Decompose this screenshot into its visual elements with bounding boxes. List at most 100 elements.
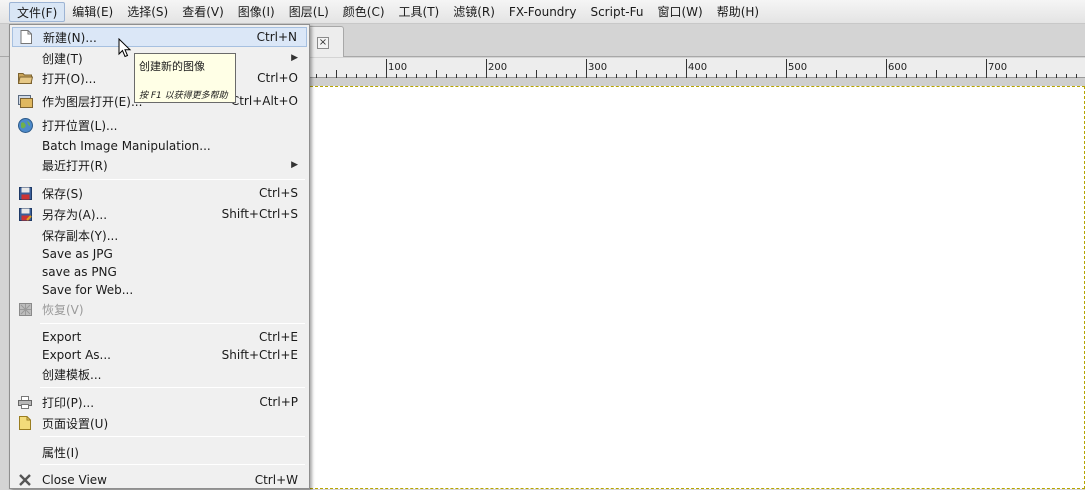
submenu-arrow-icon: ▶ bbox=[291, 160, 298, 170]
ruler-label: 600 bbox=[888, 62, 908, 73]
page-setup-icon bbox=[17, 415, 33, 431]
tooltip-hint: 按 F1 以获得更多帮助 bbox=[139, 91, 228, 101]
menu-icon-placeholder bbox=[17, 157, 33, 173]
ruler-label: 500 bbox=[788, 62, 808, 73]
menu-item-shortcut: Ctrl+S bbox=[258, 186, 298, 200]
menu-item-create-template[interactable]: 创建模板... bbox=[12, 364, 307, 384]
menu-item-open-location[interactable]: 打开位置(L)... bbox=[12, 115, 307, 135]
menu-item-label: 创建模板... bbox=[42, 367, 102, 382]
menu-separator bbox=[40, 179, 305, 180]
new-document-icon bbox=[18, 29, 34, 45]
image-canvas[interactable] bbox=[310, 86, 1085, 489]
menu-separator bbox=[40, 323, 305, 324]
menu-icon-placeholder bbox=[17, 347, 33, 363]
menu-item-label: 新建(N)... bbox=[43, 30, 97, 45]
ruler-label: 100 bbox=[388, 62, 408, 73]
menu-script-fu[interactable]: Script-Fu bbox=[583, 2, 650, 22]
menu-separator bbox=[40, 387, 305, 388]
tooltip: 创建新的图像 按 F1 以获得更多帮助 bbox=[134, 53, 236, 103]
menu-item-label: save as PNG bbox=[42, 265, 117, 279]
close-icon[interactable]: × bbox=[317, 37, 329, 49]
menu-item-revert: 恢复(V) bbox=[12, 299, 307, 319]
menubar: 文件(F) 编辑(E) 选择(S) 查看(V) 图像(I) 图层(L) 颜色(C… bbox=[0, 0, 1085, 24]
menu-item-label: 属性(I) bbox=[42, 445, 79, 460]
menu-image[interactable]: 图像(I) bbox=[231, 2, 282, 22]
menu-icon-placeholder bbox=[17, 329, 33, 345]
menu-filters[interactable]: 滤镜(R) bbox=[446, 2, 502, 22]
menu-item-label: 保存副本(Y)... bbox=[42, 228, 119, 243]
printer-icon bbox=[17, 394, 33, 410]
canvas-area[interactable] bbox=[300, 78, 1085, 489]
menu-item-export[interactable]: Export Ctrl+E bbox=[12, 327, 307, 347]
menu-item-label: Export bbox=[42, 330, 82, 344]
menu-item-label: Export As... bbox=[42, 348, 111, 362]
menu-help[interactable]: 帮助(H) bbox=[710, 2, 766, 22]
menu-item-save-as-png[interactable]: save as PNG bbox=[12, 262, 307, 282]
ruler-label: 200 bbox=[488, 62, 508, 73]
menu-icon-placeholder bbox=[17, 246, 33, 262]
menu-item-close-view[interactable]: Close View Ctrl+W bbox=[12, 470, 307, 490]
menu-icon-placeholder bbox=[17, 282, 33, 298]
menu-item-shortcut: Shift+Ctrl+E bbox=[221, 348, 298, 362]
menu-icon-placeholder bbox=[17, 444, 33, 460]
ruler-label: 400 bbox=[688, 62, 708, 73]
ruler-label: 700 bbox=[988, 62, 1008, 73]
mouse-cursor-icon bbox=[118, 38, 132, 58]
menu-item-shortcut: Ctrl+W bbox=[254, 473, 298, 487]
menu-item-save-copy[interactable]: 保存副本(Y)... bbox=[12, 225, 307, 245]
menu-fx-foundry[interactable]: FX-Foundry bbox=[502, 2, 584, 22]
menu-item-label: Close View bbox=[42, 473, 107, 487]
menu-item-label: 页面设置(U) bbox=[42, 416, 109, 431]
menu-item-label: Save for Web... bbox=[42, 283, 134, 297]
folder-open-icon bbox=[17, 70, 33, 86]
save-as-icon bbox=[17, 206, 33, 222]
menu-item-page-setup[interactable]: 页面设置(U) bbox=[12, 413, 307, 433]
open-as-layers-icon bbox=[17, 93, 33, 109]
menu-separator bbox=[40, 436, 305, 437]
menu-item-shortcut: Ctrl+Alt+O bbox=[230, 94, 298, 108]
submenu-arrow-icon: ▶ bbox=[291, 53, 298, 63]
menu-item-save-as-jpg[interactable]: Save as JPG bbox=[12, 244, 307, 264]
horizontal-ruler[interactable]: 100 200 300 400 500 600 700 bbox=[300, 58, 1085, 78]
menu-item-open-recent[interactable]: 最近打开(R) ▶ bbox=[12, 155, 307, 175]
menu-item-label: 另存为(A)... bbox=[42, 207, 108, 222]
menu-item-save-for-web[interactable]: Save for Web... bbox=[12, 280, 307, 300]
menu-item-shortcut: Ctrl+E bbox=[259, 330, 298, 344]
menu-file[interactable]: 文件(F) bbox=[9, 1, 66, 22]
menu-item-label: Batch Image Manipulation... bbox=[42, 139, 211, 153]
menu-icon-placeholder bbox=[17, 227, 33, 243]
menu-item-print[interactable]: 打印(P)... Ctrl+P bbox=[12, 392, 307, 412]
menu-windows[interactable]: 窗口(W) bbox=[650, 2, 709, 22]
menu-icon-placeholder bbox=[17, 264, 33, 280]
menu-item-label: 最近打开(R) bbox=[42, 158, 108, 173]
menu-icon-placeholder bbox=[17, 50, 33, 66]
revert-icon bbox=[17, 301, 33, 317]
close-view-icon bbox=[17, 472, 33, 488]
menu-item-save-as[interactable]: 另存为(A)... Shift+Ctrl+S bbox=[12, 204, 307, 224]
menu-item-shortcut: Shift+Ctrl+S bbox=[221, 207, 298, 221]
tooltip-title: 创建新的图像 bbox=[139, 60, 205, 73]
menu-select[interactable]: 选择(S) bbox=[120, 2, 175, 22]
menu-item-label: 恢复(V) bbox=[42, 302, 84, 317]
menu-item-shortcut: Ctrl+P bbox=[259, 395, 298, 409]
menu-icon-placeholder bbox=[17, 138, 33, 154]
menu-view[interactable]: 查看(V) bbox=[175, 2, 231, 22]
menu-icon-placeholder bbox=[17, 366, 33, 382]
menu-item-save[interactable]: 保存(S) Ctrl+S bbox=[12, 183, 307, 203]
menu-item-batch[interactable]: Batch Image Manipulation... bbox=[12, 136, 307, 156]
menu-item-new[interactable]: 新建(N)... Ctrl+N bbox=[12, 27, 307, 47]
menu-item-export-as[interactable]: Export As... Shift+Ctrl+E bbox=[12, 345, 307, 365]
menu-item-shortcut: Ctrl+O bbox=[257, 71, 298, 85]
globe-icon bbox=[17, 117, 33, 133]
menu-item-shortcut: Ctrl+N bbox=[256, 30, 297, 44]
menu-edit[interactable]: 编辑(E) bbox=[65, 2, 120, 22]
menu-tools[interactable]: 工具(T) bbox=[392, 2, 447, 22]
menu-item-label: 打开位置(L)... bbox=[42, 118, 118, 133]
menu-layer[interactable]: 图层(L) bbox=[282, 2, 336, 22]
menu-item-label: 保存(S) bbox=[42, 186, 83, 201]
menu-colors[interactable]: 颜色(C) bbox=[336, 2, 392, 22]
menu-item-label: 打印(P)... bbox=[42, 395, 95, 410]
menu-separator bbox=[40, 464, 305, 465]
menu-item-properties[interactable]: 属性(I) bbox=[12, 442, 307, 462]
save-icon bbox=[17, 185, 33, 201]
